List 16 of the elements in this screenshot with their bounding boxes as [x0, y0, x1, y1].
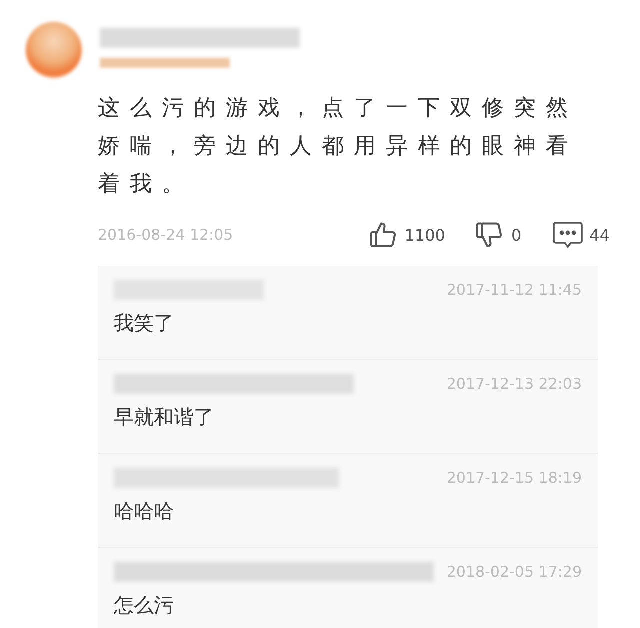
comment-text: 这么污的游戏，点了一下双修突然娇喘，旁边的人都用异样的眼神看着我。: [98, 95, 579, 199]
reply-time: 2017-12-15 18:19: [446, 469, 582, 487]
thumbs-up-icon: [368, 220, 399, 250]
avatar[interactable]: [26, 22, 82, 78]
reply-text: 早就和谐了: [114, 404, 215, 431]
reply-text: 哈哈哈: [114, 498, 175, 525]
reply-text: 我笑了: [114, 310, 175, 337]
like-button[interactable]: 1100: [368, 220, 446, 250]
reply-text: 怎么污: [114, 592, 175, 619]
dislike-button[interactable]: 0: [475, 220, 522, 250]
reply-time: 2018-02-05 17:29: [446, 563, 582, 581]
reply-time: 2017-12-13 22:03: [446, 375, 582, 393]
reply-button[interactable]: 44: [552, 221, 610, 249]
reply-time: 2017-11-12 11:45: [446, 281, 582, 299]
comment-time: 2016-08-24 12:05: [98, 226, 234, 244]
chat-bubble-icon: [552, 221, 584, 249]
